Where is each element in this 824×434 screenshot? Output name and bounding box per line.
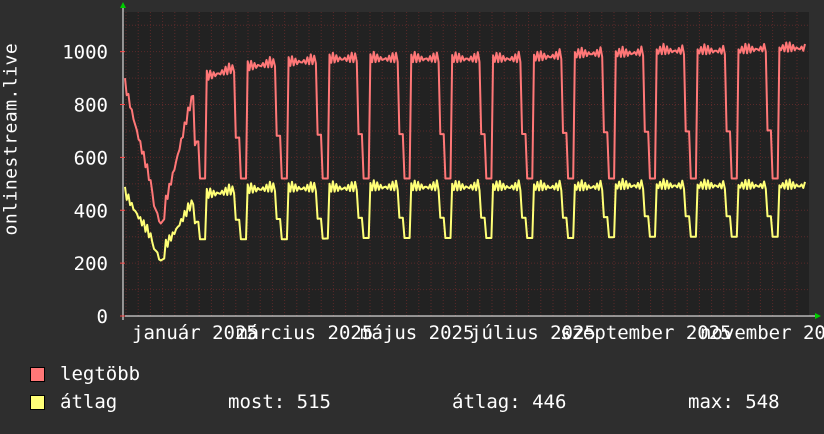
legend-label-atlag: átlag: [60, 391, 118, 413]
y-tick-label: 800: [74, 95, 108, 117]
x-tick-label: március 2025: [236, 322, 373, 344]
y-tick-label: 400: [74, 200, 108, 222]
y-tick-label: 600: [74, 147, 108, 169]
stat-atlag: átlag: 446: [452, 391, 567, 413]
y-tick-label: 0: [97, 306, 108, 328]
x-axis-arrow: [815, 313, 821, 319]
legend-swatch-atlag: [30, 395, 45, 410]
legend-swatch-legtobb: [30, 367, 45, 382]
y-tick-label: 200: [74, 253, 108, 275]
legend-label-legtobb: legtöbb: [60, 363, 141, 385]
stat-max: max: 548: [688, 391, 780, 413]
x-tick-label: május 2025: [360, 322, 474, 344]
y-axis-label: onlinestream.live: [0, 42, 22, 236]
y-tick-label: 1000: [62, 42, 108, 64]
y-axis-arrow: [120, 2, 126, 8]
stat-most: most: 515: [228, 391, 331, 413]
x-tick-label: november 2025: [700, 322, 824, 344]
